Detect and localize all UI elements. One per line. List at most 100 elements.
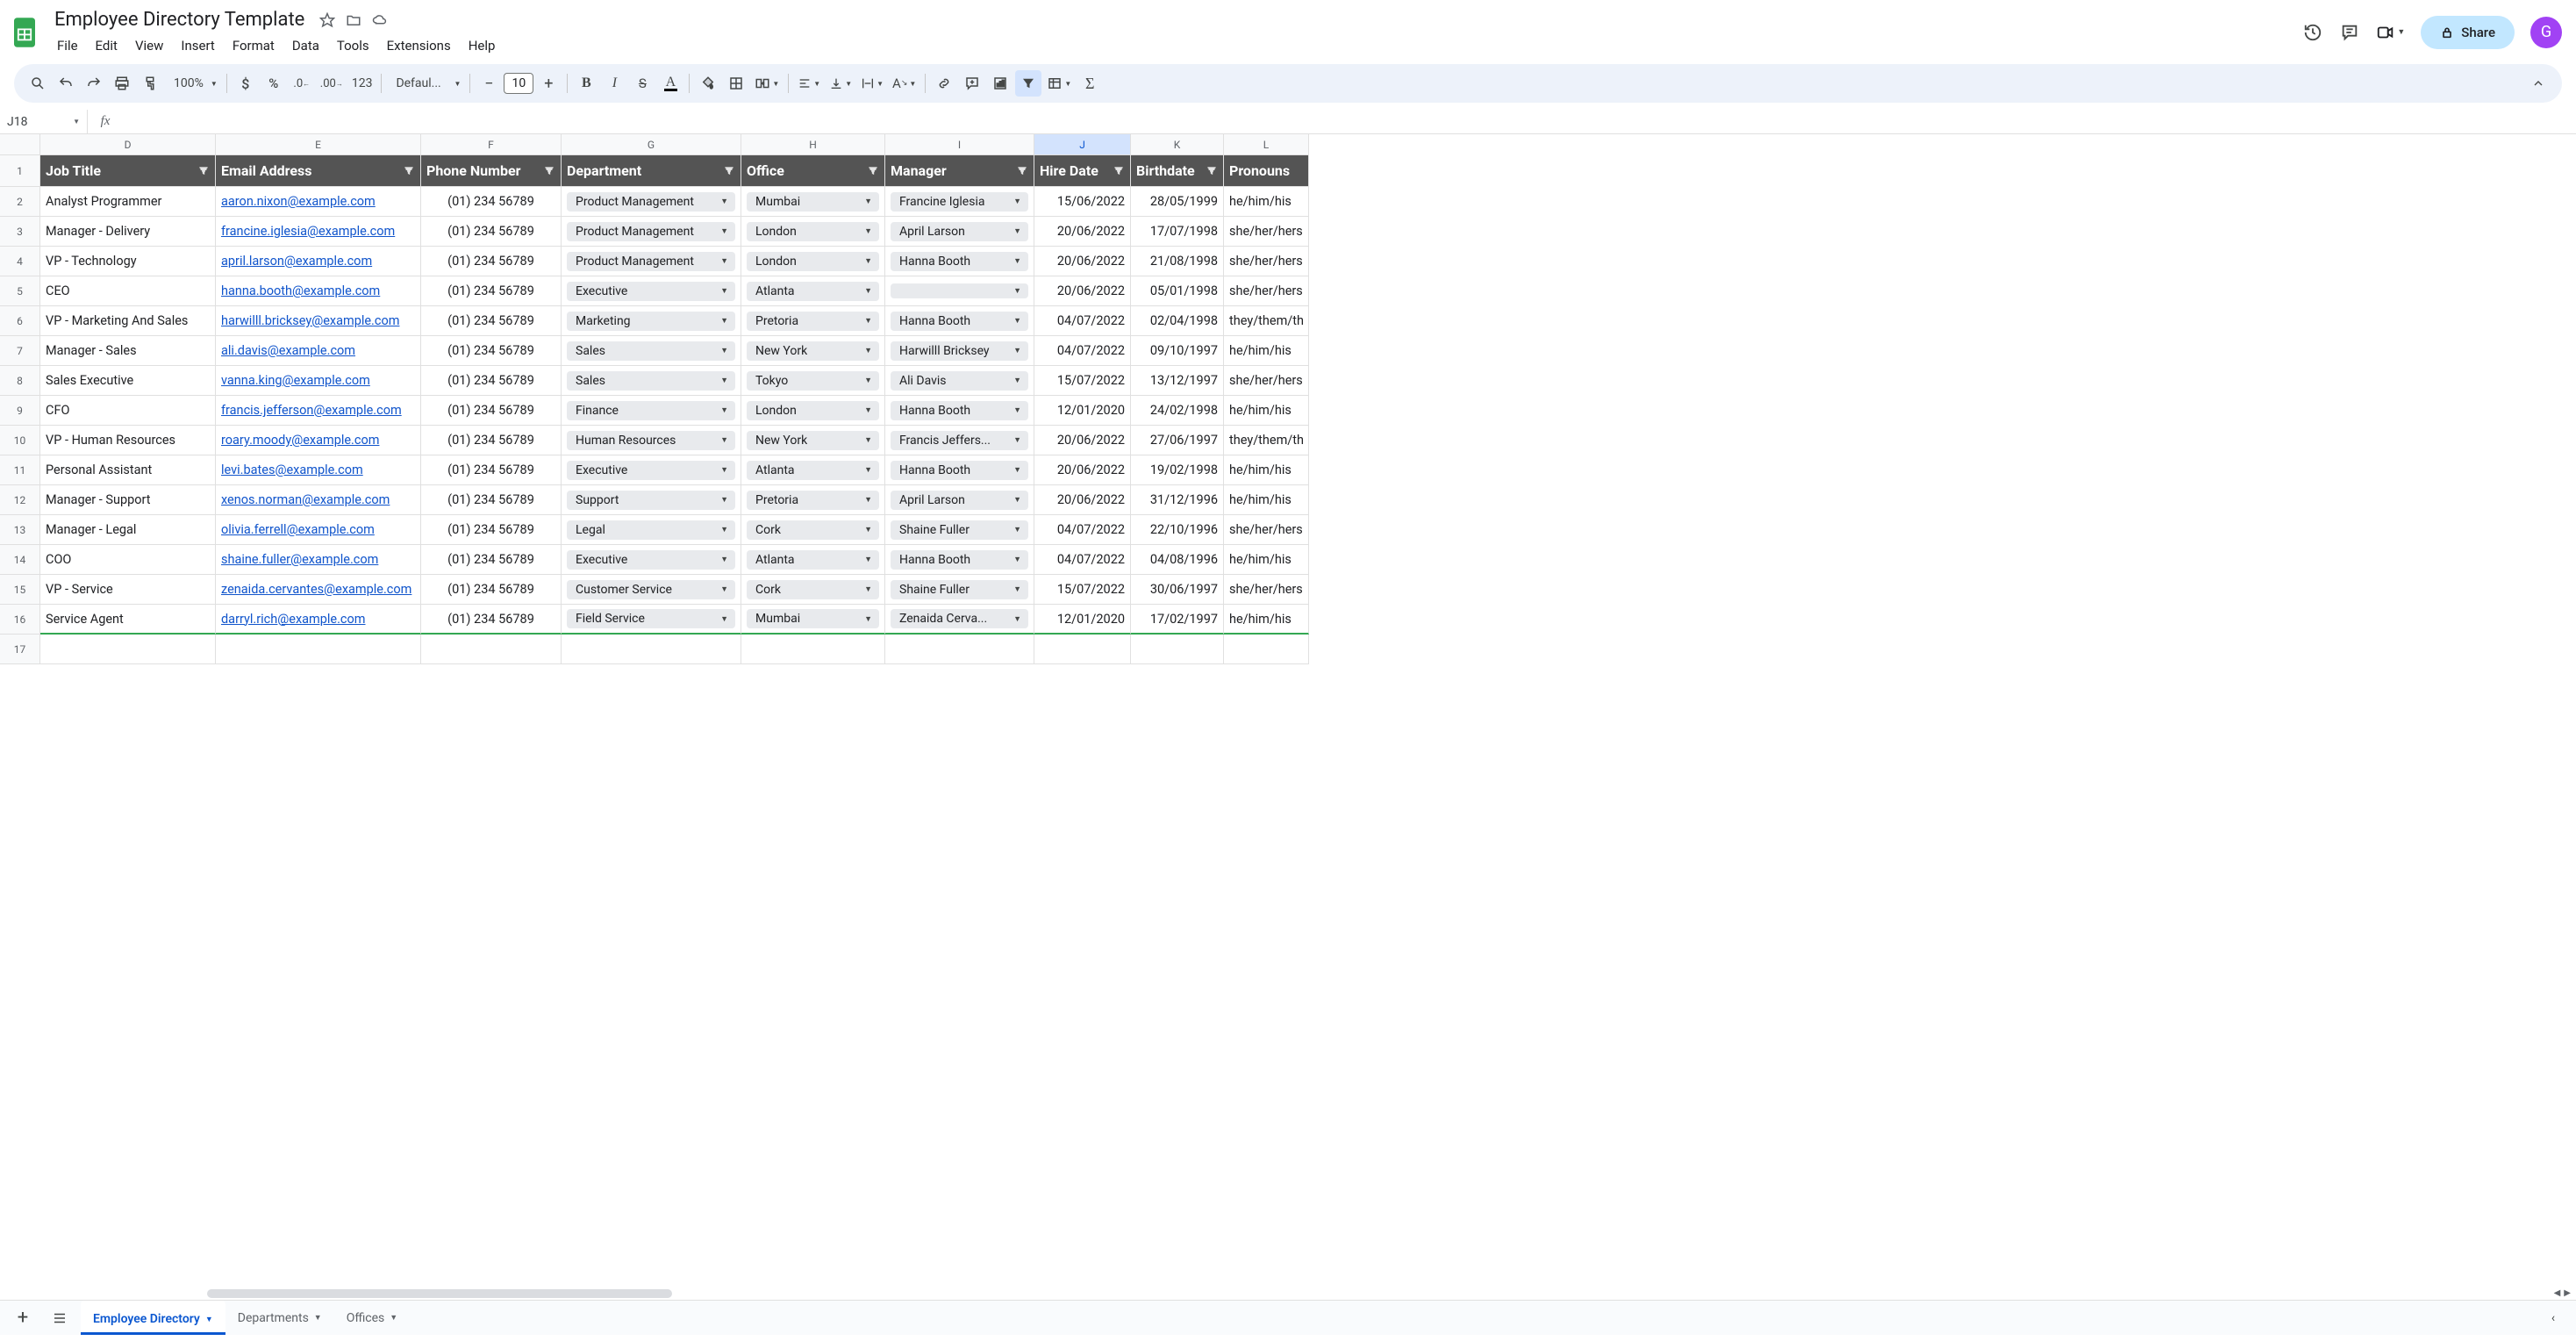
cell[interactable]: 21/08/1998 [1131, 247, 1224, 276]
dropdown-chip[interactable]: April Larson▼ [891, 222, 1028, 241]
row-header[interactable]: 15 [0, 575, 40, 605]
cell[interactable] [421, 635, 562, 664]
fontsize-increase-icon[interactable]: + [535, 70, 562, 97]
cell[interactable]: April Larson▼ [885, 485, 1034, 515]
valign-icon[interactable]: ▼ [826, 70, 855, 97]
cell[interactable]: 20/06/2022 [1034, 485, 1131, 515]
menu-format[interactable]: Format [225, 34, 283, 57]
cell[interactable]: he/him/his [1224, 605, 1309, 635]
cell[interactable]: Service Agent [40, 605, 216, 635]
cell[interactable]: Human Resources▼ [562, 426, 741, 455]
cell[interactable]: (01) 234 56789 [421, 455, 562, 485]
cell[interactable]: New York▼ [741, 336, 885, 366]
cell[interactable]: VP - Human Resources [40, 426, 216, 455]
cell[interactable]: zenaida.cervantes@example.com [216, 575, 421, 605]
cell[interactable]: 09/10/1997 [1131, 336, 1224, 366]
paint-format-icon[interactable] [137, 70, 163, 97]
cell[interactable]: VP - Marketing And Sales [40, 306, 216, 336]
dropdown-chip[interactable]: Shaine Fuller▼ [891, 580, 1028, 599]
cell[interactable]: vanna.king@example.com [216, 366, 421, 396]
cell[interactable] [1034, 635, 1131, 664]
header-cell[interactable]: Hire Date [1034, 155, 1131, 187]
add-sheet-icon[interactable]: + [7, 1302, 39, 1334]
cell[interactable] [40, 635, 216, 664]
history-icon[interactable] [2302, 22, 2323, 43]
column-header-F[interactable]: F [421, 134, 562, 155]
cell[interactable]: Ali Davis▼ [885, 366, 1034, 396]
merge-cells-icon[interactable]: ▼ [751, 70, 783, 97]
functions-icon[interactable]: Σ [1077, 70, 1103, 97]
tableview-icon[interactable]: ▼ [1043, 70, 1075, 97]
row-header[interactable]: 7 [0, 336, 40, 366]
sheets-logo[interactable] [7, 15, 42, 50]
cell[interactable]: COO [40, 545, 216, 575]
cell[interactable]: Field Service▼ [562, 605, 741, 635]
explore-icon[interactable]: ‹ [2537, 1302, 2569, 1334]
row-header[interactable]: 13 [0, 515, 40, 545]
cell[interactable]: 31/12/1996 [1131, 485, 1224, 515]
cell[interactable]: Sales▼ [562, 336, 741, 366]
cell[interactable]: CFO [40, 396, 216, 426]
cell[interactable]: Pretoria▼ [741, 306, 885, 336]
cell[interactable]: April Larson▼ [885, 217, 1034, 247]
select-all-corner[interactable] [0, 134, 40, 155]
dropdown-chip[interactable]: Harwilll Bricksey▼ [891, 341, 1028, 361]
cell[interactable]: Customer Service▼ [562, 575, 741, 605]
cell[interactable]: francine.iglesia@example.com [216, 217, 421, 247]
cell[interactable]: (01) 234 56789 [421, 605, 562, 635]
dropdown-chip[interactable]: London▼ [747, 222, 879, 241]
cell[interactable]: hanna.booth@example.com [216, 276, 421, 306]
move-folder-icon[interactable] [345, 11, 362, 29]
cell[interactable]: 04/07/2022 [1034, 306, 1131, 336]
percent-icon[interactable]: % [261, 70, 287, 97]
row-header[interactable]: 6 [0, 306, 40, 336]
header-cell[interactable]: Phone Number [421, 155, 562, 187]
cell[interactable]: 28/05/1999 [1131, 187, 1224, 217]
cell[interactable]: (01) 234 56789 [421, 575, 562, 605]
header-cell[interactable]: Pronouns [1224, 155, 1309, 187]
cell[interactable]: Executive▼ [562, 276, 741, 306]
cell[interactable]: Product Management▼ [562, 247, 741, 276]
dropdown-chip[interactable]: Hanna Booth▼ [891, 401, 1028, 420]
dropdown-chip[interactable]: Product Management▼ [567, 252, 735, 271]
cell[interactable]: Shaine Fuller▼ [885, 515, 1034, 545]
bold-icon[interactable]: B [573, 70, 599, 97]
text-color-icon[interactable]: A [657, 70, 683, 97]
cell[interactable]: Atlanta▼ [741, 455, 885, 485]
menu-tools[interactable]: Tools [329, 34, 377, 57]
cell[interactable]: Hanna Booth▼ [885, 545, 1034, 575]
cell[interactable]: she/her/hers [1224, 247, 1309, 276]
cell[interactable]: 27/06/1997 [1131, 426, 1224, 455]
print-icon[interactable] [109, 70, 135, 97]
cell[interactable]: (01) 234 56789 [421, 336, 562, 366]
cell[interactable]: they/them/th [1224, 306, 1309, 336]
dropdown-chip[interactable]: Product Management▼ [567, 192, 735, 212]
dropdown-chip[interactable]: Ali Davis▼ [891, 371, 1028, 391]
dropdown-chip[interactable]: Atlanta▼ [747, 461, 879, 480]
cell[interactable]: VP - Service [40, 575, 216, 605]
cell[interactable]: levi.bates@example.com [216, 455, 421, 485]
filter-icon[interactable] [1015, 70, 1041, 97]
row-header[interactable]: 9 [0, 396, 40, 426]
cell[interactable]: 20/06/2022 [1034, 247, 1131, 276]
dropdown-chip[interactable]: April Larson▼ [891, 491, 1028, 510]
cell[interactable]: Mumbai▼ [741, 187, 885, 217]
italic-icon[interactable]: I [601, 70, 627, 97]
dropdown-chip[interactable]: Hanna Booth▼ [891, 550, 1028, 570]
cell[interactable]: he/him/his [1224, 396, 1309, 426]
column-header-G[interactable]: G [562, 134, 741, 155]
dropdown-chip[interactable]: Legal▼ [567, 520, 735, 540]
row-header[interactable]: 8 [0, 366, 40, 396]
dropdown-chip[interactable]: Executive▼ [567, 550, 735, 570]
cell[interactable]: (01) 234 56789 [421, 485, 562, 515]
cell[interactable]: 17/02/1997 [1131, 605, 1224, 635]
cell[interactable]: 20/06/2022 [1034, 455, 1131, 485]
cell[interactable]: 20/06/2022 [1034, 426, 1131, 455]
row-header[interactable]: 14 [0, 545, 40, 575]
column-header-L[interactable]: L [1224, 134, 1309, 155]
row-header[interactable]: 5 [0, 276, 40, 306]
cell[interactable]: 22/10/1996 [1131, 515, 1224, 545]
menu-data[interactable]: Data [284, 34, 327, 57]
currency-icon[interactable]: $ [233, 70, 259, 97]
cell[interactable]: Shaine Fuller▼ [885, 575, 1034, 605]
